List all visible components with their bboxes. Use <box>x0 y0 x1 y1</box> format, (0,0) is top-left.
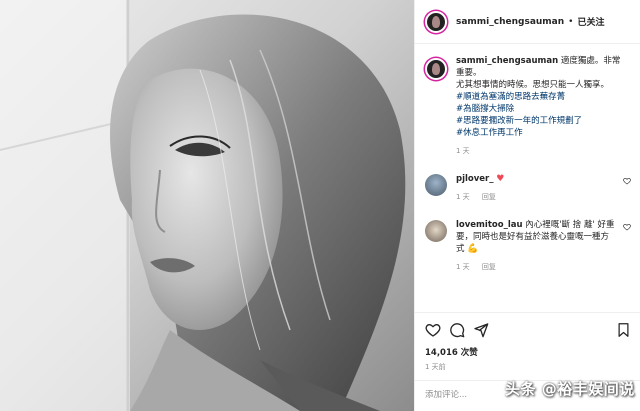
comment-item: pjlover_ ♥ 1 天 回复 <box>425 173 631 203</box>
caption-username[interactable]: sammi_chengsauman <box>456 56 558 66</box>
comment-item: lovemitoo_lau 內心裡嘅'斷 捨 離' 好重要，同時也是好有益於滋養… <box>425 219 631 273</box>
hashtag-link[interactable]: #順道為塞滿的思路去蕪存菁 <box>456 91 628 103</box>
watermark-text: 头条 @裕丰娱间说 <box>505 380 635 398</box>
hashtag-link[interactable]: #思路要擱改新一年的工作規劃了 <box>456 115 628 127</box>
comment-age: 1 天 <box>456 193 470 201</box>
reply-button[interactable]: 回复 <box>482 193 496 201</box>
commenter-avatar[interactable] <box>425 174 447 196</box>
red-heart-emoji: ♥ <box>496 174 505 184</box>
likes-count[interactable]: 14,016 次赞 <box>425 346 631 358</box>
share-send-icon[interactable] <box>473 322 489 338</box>
comment-age: 1 天 <box>456 263 470 271</box>
post-header: sammi_chengsauman • 已关注 <box>415 0 640 44</box>
post-actions: 14,016 次赞 1 天前 <box>415 312 640 372</box>
hashtag-link[interactable]: #為腦撐大掃除 <box>456 103 628 115</box>
commenter-username[interactable]: lovemitoo_lau <box>456 220 523 230</box>
bookmark-save-icon[interactable] <box>616 322 631 338</box>
hashtag-link[interactable]: #休息工作再工作 <box>456 127 628 139</box>
post-timestamp: 1 天前 <box>425 363 446 371</box>
comments-list[interactable]: sammi_chengsauman 適度獨處。非常重要。 尤其想事情的時候。思想… <box>415 45 640 310</box>
commenter-avatar[interactable] <box>425 220 447 242</box>
like-comment-heart-icon[interactable] <box>623 177 631 185</box>
caption-line-2: 尤其想事情的時候。思想只能一人獨享。 <box>456 80 610 90</box>
post-photo[interactable] <box>0 0 414 411</box>
flexed-biceps-emoji: 💪 <box>467 244 479 254</box>
commenter-username[interactable]: pjlover_ <box>456 174 494 184</box>
like-comment-heart-icon[interactable] <box>623 223 631 231</box>
caption-age: 1 天 <box>456 147 470 155</box>
caption-author-avatar[interactable] <box>425 58 447 80</box>
post-detail-panel: sammi_chengsauman • 已关注 sammi_chengsauma… <box>414 0 640 411</box>
caption: sammi_chengsauman 適度獨處。非常重要。 尤其想事情的時候。思想… <box>425 55 631 157</box>
comment-bubble-icon[interactable] <box>449 322 465 338</box>
author-avatar[interactable] <box>425 10 447 33</box>
like-heart-icon[interactable] <box>425 322 441 338</box>
reply-button[interactable]: 回复 <box>482 263 496 271</box>
follow-status-button[interactable]: 已关注 <box>577 15 604 28</box>
separator-dot: • <box>568 16 574 27</box>
author-username[interactable]: sammi_chengsauman <box>456 17 564 27</box>
portrait-illustration <box>0 0 414 411</box>
